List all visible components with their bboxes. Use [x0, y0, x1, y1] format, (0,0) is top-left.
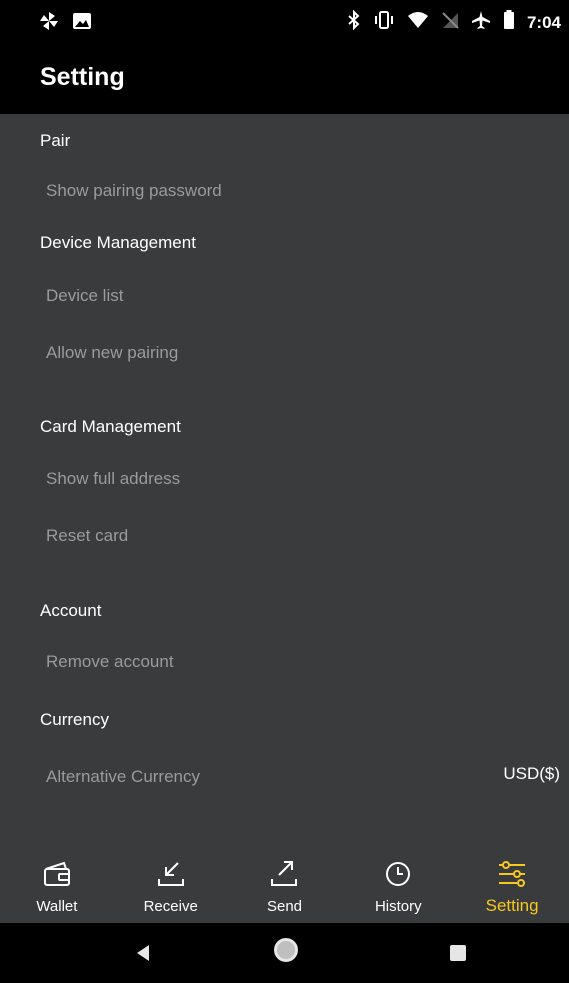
wallet-icon: [40, 859, 74, 889]
recents-icon[interactable]: [450, 945, 466, 961]
vibrate-icon: [373, 10, 395, 35]
currency-value[interactable]: USD($): [503, 764, 560, 784]
receive-arrow-icon: [154, 859, 188, 889]
system-nav-bar: [0, 923, 569, 983]
status-bar: 7:04: [0, 0, 569, 46]
allow-new-pairing-item[interactable]: Allow new pairing: [46, 343, 178, 363]
section-header-currency: Currency: [40, 710, 109, 729]
bluetooth-icon: [347, 9, 361, 35]
image-icon: [72, 11, 92, 36]
no-sim-icon: [441, 11, 459, 34]
section-header-card-management: Card Management: [40, 417, 181, 436]
remove-account-item[interactable]: Remove account: [46, 652, 174, 672]
nav-send[interactable]: Send: [228, 851, 342, 923]
section-header-device-management: Device Management: [40, 233, 196, 252]
alternative-currency-item[interactable]: Alternative Currency: [46, 767, 200, 787]
send-arrow-icon: [267, 859, 301, 889]
nav-receive[interactable]: Receive: [114, 851, 228, 923]
home-icon[interactable]: [274, 938, 298, 962]
show-full-address-item[interactable]: Show full address: [46, 469, 180, 489]
settings-list: Pair Show pairing password Device Manage…: [0, 114, 569, 851]
nav-label-receive: Receive: [143, 898, 198, 915]
sliders-icon: [495, 859, 529, 889]
app-bar: Setting: [0, 46, 569, 114]
nav-label-setting: Setting: [485, 896, 539, 915]
pinwheel-icon: [38, 10, 60, 37]
section-header-account: Account: [40, 601, 102, 620]
nav-label-wallet: Wallet: [36, 898, 78, 915]
nav-label-send: Send: [266, 898, 303, 915]
nav-wallet[interactable]: Wallet: [0, 851, 114, 923]
bottom-nav: Wallet Receive Send History Setting: [0, 851, 569, 923]
wifi-icon: [407, 11, 429, 34]
nav-setting[interactable]: Setting: [455, 851, 569, 923]
section-header-pair: Pair: [40, 131, 71, 150]
reset-card-item[interactable]: Reset card: [46, 526, 128, 546]
battery-icon: [503, 10, 515, 35]
status-time: 7:04: [526, 12, 561, 32]
show-pairing-password-item[interactable]: Show pairing password: [46, 181, 222, 201]
nav-history[interactable]: History: [341, 851, 455, 923]
device-list-item[interactable]: Device list: [46, 286, 123, 306]
page-title: Setting: [40, 63, 125, 91]
nav-label-history: History: [374, 898, 422, 915]
clock-icon: [381, 859, 415, 889]
back-icon[interactable]: [135, 944, 151, 967]
airplane-icon: [471, 10, 491, 35]
